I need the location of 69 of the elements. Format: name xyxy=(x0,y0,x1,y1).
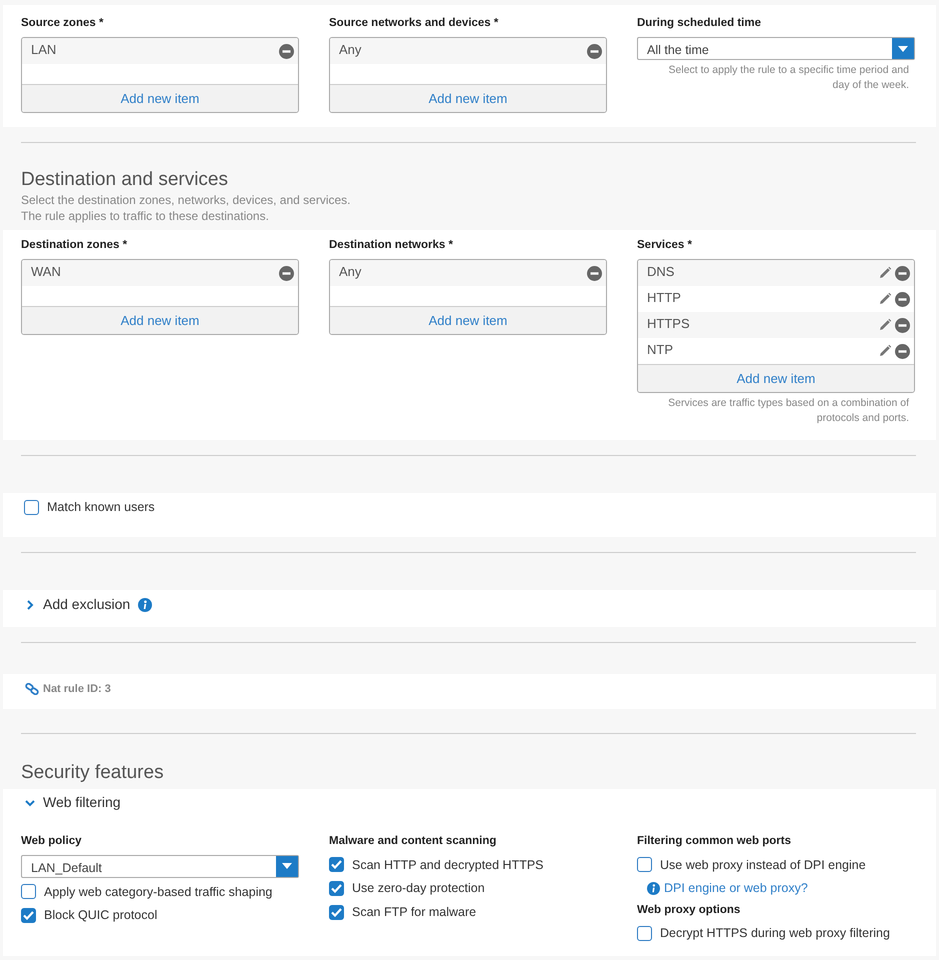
field-label: Destination networks * xyxy=(329,238,453,254)
remove-icon[interactable] xyxy=(279,266,294,281)
checkbox-label: Block QUIC protocol xyxy=(44,907,158,924)
pencil-icon[interactable] xyxy=(878,292,892,306)
list-item-text: LAN xyxy=(31,41,58,60)
help-link[interactable]: DPI engine or web proxy? xyxy=(664,879,808,898)
dropdown-button[interactable] xyxy=(276,856,298,877)
checkbox[interactable] xyxy=(329,904,344,920)
schedule-dropdown[interactable]: All the time xyxy=(637,37,915,60)
remove-icon[interactable] xyxy=(895,318,910,333)
remove-icon[interactable] xyxy=(587,44,602,59)
field-label: Services * xyxy=(637,238,692,254)
checkbox-label: Scan FTP for malware xyxy=(352,904,476,922)
dropdown-button[interactable] xyxy=(892,38,914,60)
list-item-text: DNS xyxy=(647,263,676,282)
list-item-text: NTP xyxy=(647,341,674,360)
pencil-icon[interactable] xyxy=(878,266,892,280)
list-item-text: Any xyxy=(339,41,362,60)
expand-toggle[interactable]: Web filtering xyxy=(3,792,121,814)
caret-icon xyxy=(282,863,292,870)
remove-icon[interactable] xyxy=(895,344,910,359)
link-icon xyxy=(25,683,39,696)
section-title: Destination and services xyxy=(21,169,229,192)
add-item-link[interactable]: Add new item xyxy=(120,89,200,108)
field-label: Source networks and devices * xyxy=(329,16,498,31)
remove-icon[interactable] xyxy=(279,44,294,59)
checkbox-label: Use zero-day protection xyxy=(352,880,485,898)
expand-toggle[interactable]: Add exclusion xyxy=(25,594,130,616)
chevron-icon xyxy=(25,798,35,808)
list-item-text: WAN xyxy=(31,263,62,282)
checkbox[interactable] xyxy=(637,926,652,942)
checkbox[interactable] xyxy=(329,881,344,896)
pencil-icon[interactable] xyxy=(878,344,892,358)
checkbox-label: Use web proxy instead of DPI engine xyxy=(660,856,866,874)
help-text: Select to apply the rule to a specific time period and day of the week. xyxy=(668,63,910,94)
section-title: Security features xyxy=(21,762,165,784)
field-label: Malware and content scanning xyxy=(329,834,498,850)
field-label: Web proxy options xyxy=(637,903,742,918)
remove-icon[interactable] xyxy=(895,292,910,307)
caret-icon xyxy=(898,46,908,52)
list-item-text: Any xyxy=(339,263,362,282)
section-description: The rule applies to traffic to these destinations. xyxy=(21,208,270,224)
add-item-link[interactable]: Add new item xyxy=(428,89,508,108)
field-label: Source zones * xyxy=(21,16,104,31)
checkbox[interactable] xyxy=(24,500,39,516)
checkbox[interactable] xyxy=(21,884,36,900)
checkbox-label: Match known users xyxy=(47,499,155,516)
checkbox-label: Scan HTTP and decrypted HTTPS xyxy=(352,856,544,874)
checkbox-label: Apply web category-based traffic shaping xyxy=(44,884,272,901)
help-text: Services are traffic types based on a combination of protocols and ports. xyxy=(667,396,910,426)
field-label: Web policy xyxy=(21,834,82,850)
list-item-text: HTTP xyxy=(647,289,682,308)
remove-icon[interactable] xyxy=(895,266,910,281)
pencil-icon[interactable] xyxy=(878,318,892,332)
remove-icon[interactable] xyxy=(587,266,602,281)
chevron-icon xyxy=(25,600,35,610)
checkbox[interactable] xyxy=(21,908,36,924)
checkbox-label: Decrypt HTTPS during web proxy filtering xyxy=(660,925,890,942)
field-label: Filtering common web ports xyxy=(637,834,792,850)
list-item-text: HTTPS xyxy=(647,315,691,334)
nat-rule-text: Nat rule ID: 3 xyxy=(43,682,111,698)
checkbox[interactable] xyxy=(329,857,344,872)
info-icon xyxy=(138,598,152,612)
policy-dropdown[interactable]: LAN_Default xyxy=(21,854,299,878)
field-label: During scheduled time xyxy=(637,16,761,31)
info-icon xyxy=(647,882,660,896)
field-label: Destination zones * xyxy=(21,238,128,254)
section-description: Select the destination zones, networks, devices, and services. xyxy=(21,192,352,208)
checkbox[interactable] xyxy=(637,857,652,872)
